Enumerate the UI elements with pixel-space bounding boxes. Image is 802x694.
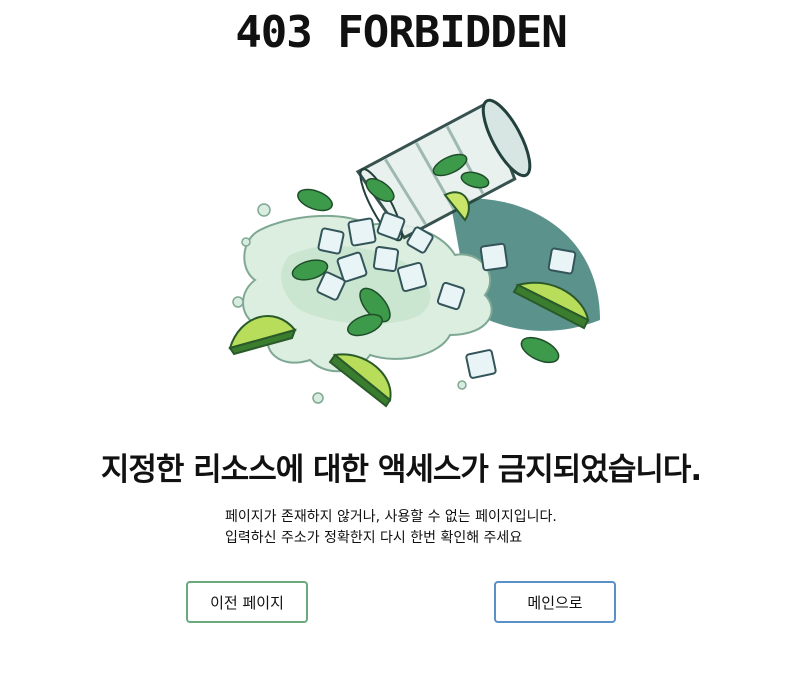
previous-page-button[interactable]: 이전 페이지 xyxy=(186,581,308,623)
forbidden-headline: 지정한 리소스에 대한 액세스가 금지되었습니다. xyxy=(100,452,702,488)
spilled-mojito-illustration xyxy=(228,98,600,408)
description: 페이지가 존재하지 않거나, 사용할 수 없는 페이지입니다. 입력하신 주소가… xyxy=(225,507,557,549)
description-line-2: 입력하신 주소가 정확한지 다시 한번 확인해 주세요 xyxy=(225,530,523,546)
go-to-main-button[interactable]: 메인으로 xyxy=(494,581,616,623)
error-title: 403 FORBIDDEN xyxy=(235,7,567,58)
description-line-1: 페이지가 존재하지 않거나, 사용할 수 없는 페이지입니다. xyxy=(225,509,557,525)
